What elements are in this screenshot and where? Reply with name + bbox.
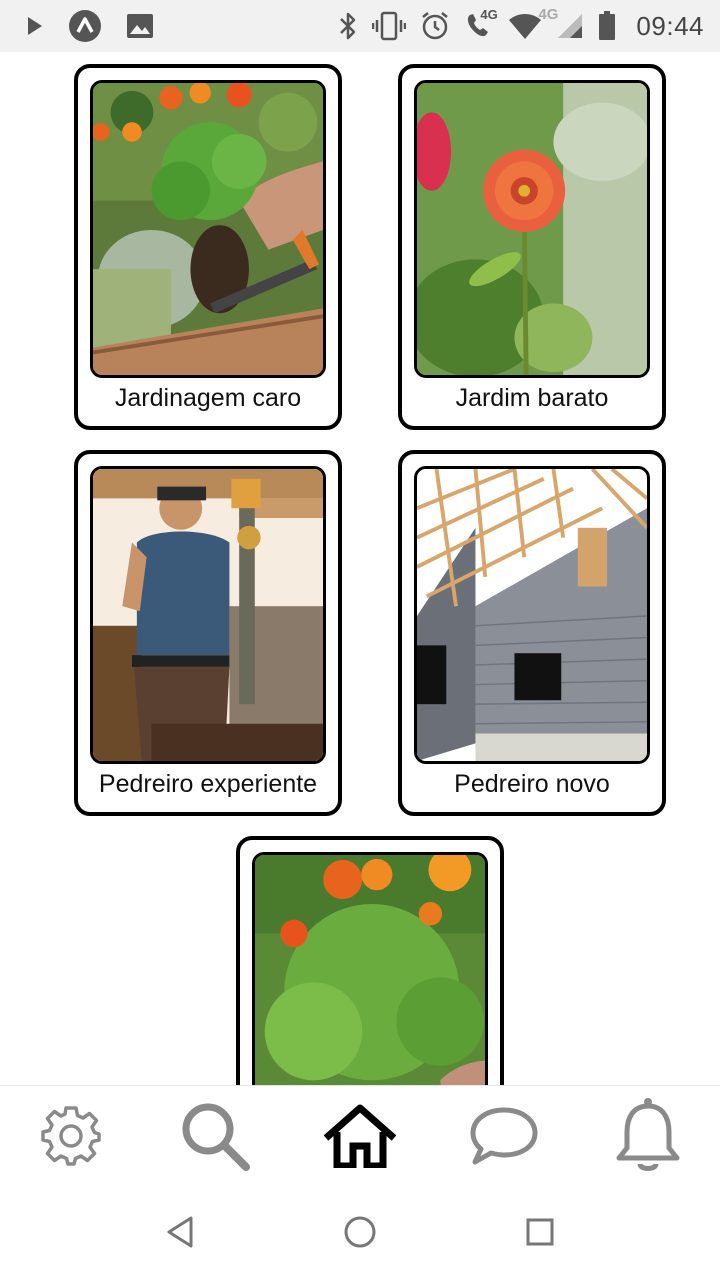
system-home-button[interactable]: [335, 1209, 385, 1259]
red-zinnia-flower-photo: [414, 80, 650, 378]
status-clock: 09:44: [636, 10, 704, 41]
service-card-label: Pedreiro experiente: [98, 770, 318, 798]
wifi-icon: [508, 12, 542, 40]
house-under-construction-photo: [414, 466, 650, 764]
service-card-label: Pedreiro novo: [454, 770, 610, 798]
alarm-icon: [420, 11, 450, 41]
bluetooth-icon: [338, 11, 358, 41]
nav-home-button[interactable]: [320, 1098, 400, 1178]
service-card-label: Jardinagem caro: [114, 384, 302, 412]
cell-signal-icon: 4G: [538, 6, 584, 40]
service-card-mason-experienced[interactable]: Pedreiro experiente: [74, 450, 342, 816]
search-icon: [178, 1099, 252, 1178]
network-type-label: 4G: [480, 7, 498, 22]
nav-settings-button[interactable]: [31, 1098, 111, 1178]
service-card-label: Jardim barato: [455, 384, 609, 412]
system-back-button[interactable]: [155, 1209, 205, 1259]
home-icon: [323, 1104, 397, 1173]
vibrate-icon: [372, 11, 407, 41]
app-screen: 4G 4G 09:44 Jardinagem caro Jardim barat…: [0, 0, 720, 1280]
status-bar: 4G 4G 09:44: [0, 0, 720, 52]
nav-search-button[interactable]: [175, 1098, 255, 1178]
gear-icon: [39, 1104, 103, 1173]
mason-with-drill-photo: [90, 466, 326, 764]
chat-bubble-icon: [469, 1104, 539, 1173]
network-type-label-2: 4G: [538, 6, 559, 23]
system-recents-button[interactable]: [515, 1209, 565, 1259]
marigold-plants-photo: [252, 852, 488, 1085]
gallery-icon: [126, 13, 154, 39]
play-store-icon: [26, 15, 44, 37]
bottom-navigation: [0, 1085, 720, 1189]
service-card-mason-new[interactable]: Pedreiro novo: [398, 450, 666, 816]
service-card-gardening-extra[interactable]: [236, 836, 504, 1085]
app-icon: [68, 9, 102, 43]
volte-call-icon: 4G: [464, 7, 498, 41]
service-card-garden-cheap[interactable]: Jardim barato: [398, 64, 666, 430]
back-icon: [165, 1215, 195, 1254]
nav-messages-button[interactable]: [464, 1098, 544, 1178]
home-circle-icon: [343, 1215, 377, 1254]
service-card-gardening-expensive[interactable]: Jardinagem caro: [74, 64, 342, 430]
recents-icon: [525, 1217, 555, 1252]
system-navigation-bar: [0, 1189, 720, 1280]
gardening-planting-photo: [90, 80, 326, 378]
bell-icon: [613, 1096, 683, 1181]
service-grid: Jardinagem caro Jardim barato Pedreiro e…: [0, 52, 720, 1085]
battery-icon: [598, 11, 616, 41]
nav-notifications-button[interactable]: [608, 1096, 688, 1181]
